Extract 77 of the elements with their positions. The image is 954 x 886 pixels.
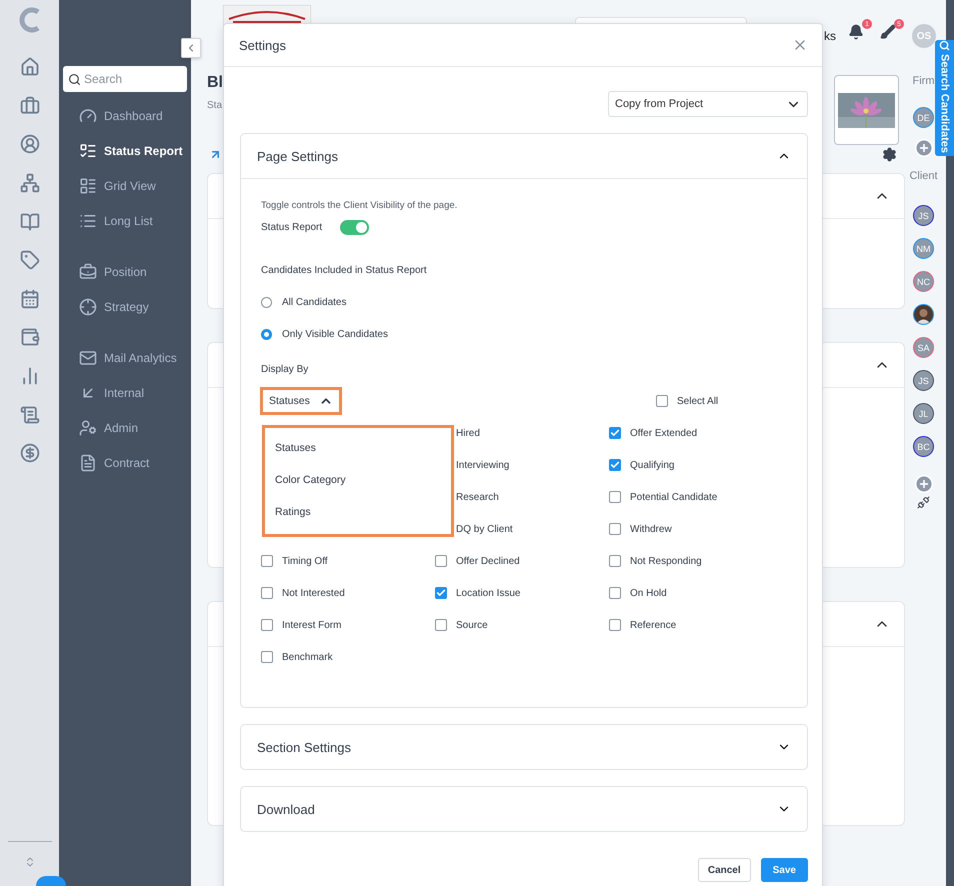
select-all-checkbox[interactable]: Select All [609, 385, 783, 417]
briefcase-icon [79, 262, 97, 280]
status-label: Hired [455, 426, 481, 440]
page-title: Bl [207, 74, 223, 92]
bell-icon[interactable] [848, 24, 864, 40]
check-icon [610, 428, 620, 438]
sidebar-item[interactable]: Dashboard [63, 98, 187, 133]
page-subtitle: Sta [207, 100, 223, 111]
radio-button[interactable] [261, 328, 272, 340]
display-by-select[interactable]: Statuses [260, 387, 342, 415]
status-checkbox[interactable]: Potential Candidate [609, 481, 783, 513]
status-label: DQ by Client [455, 522, 514, 536]
menu-item[interactable]: Ratings [265, 496, 451, 528]
document-icon [79, 454, 97, 472]
status-checkbox[interactable]: Qualifying [609, 449, 783, 481]
status-checkbox[interactable]: Reference [609, 609, 783, 641]
sidebar-item[interactable]: Strategy [63, 289, 187, 324]
menu-item[interactable]: Color Category [265, 464, 451, 496]
user-gear-icon [79, 418, 97, 436]
copy-select[interactable]: Copy from Project [608, 91, 808, 117]
collapse-button[interactable] [181, 38, 201, 58]
sidebar-item[interactable]: Contract [63, 445, 187, 480]
accordion-header[interactable]: Download [241, 787, 807, 831]
sidebar-item[interactable]: Position [63, 254, 187, 289]
gauge-icon [79, 106, 97, 124]
status-checkbox[interactable]: Not Responding [609, 545, 783, 577]
broom-icon[interactable] [880, 24, 896, 40]
help-text: Toggle controls the Client Visibility of the page. [261, 200, 458, 211]
sidebar-item[interactable]: Admin [63, 410, 187, 445]
settings-icon[interactable] [882, 146, 897, 162]
sidebar-item[interactable]: Internal [63, 375, 187, 410]
header-link[interactable]: ks [824, 29, 836, 43]
section-label: Client [909, 170, 938, 182]
search-icon [939, 40, 950, 51]
status-checkbox[interactable]: Offer Declined [435, 545, 609, 577]
chat-button[interactable] [36, 876, 66, 886]
cancel-button[interactable]: Cancel [698, 858, 751, 882]
status-checkbox[interactable]: Offer Extended [609, 417, 783, 449]
visibility-toggle[interactable] [340, 220, 370, 234]
section-title: Page Settings [257, 148, 338, 164]
menu-item[interactable]: Statuses [265, 432, 451, 464]
status-checkbox[interactable]: On Hold [609, 577, 783, 609]
add-icon[interactable] [914, 138, 934, 158]
status-checkbox[interactable]: Not Interested [261, 577, 435, 609]
report-icon [79, 142, 97, 160]
grid-list-icon [79, 176, 97, 194]
status-checkbox[interactable]: Source [435, 609, 609, 641]
radio-button[interactable] [261, 296, 272, 308]
sidebar-item[interactable]: Status Report [63, 133, 187, 168]
search-field[interactable]: Search [63, 66, 187, 92]
check-icon [610, 460, 620, 470]
section-title: Section Settings [257, 740, 351, 754]
status-checkbox[interactable]: Withdrew [609, 513, 783, 545]
status-checkbox[interactable]: Benchmark [261, 641, 435, 673]
logo-icon [16, 6, 42, 34]
status-label: Research [455, 490, 500, 504]
mail-icon [79, 348, 97, 366]
sidebar-item[interactable]: Long List [63, 203, 187, 238]
toggle-label: Status Report [261, 222, 322, 232]
section-label: Firm [912, 75, 934, 87]
section-title: Download [257, 802, 315, 816]
status-label: Interviewing [455, 458, 510, 472]
accordion-header[interactable]: Section Settings [241, 725, 807, 769]
radio-option[interactable]: All Candidates [261, 286, 787, 318]
sidebar-item[interactable]: Mail Analytics [63, 340, 187, 375]
radio-option[interactable]: Only Visible Candidates [261, 318, 787, 350]
status-checkbox[interactable]: Timing Off [261, 545, 435, 577]
check-icon [436, 588, 446, 598]
field-label: Candidates Included in Status Report [261, 264, 427, 276]
field-label: Display By [261, 364, 308, 374]
status-checkbox[interactable]: Interest Form [261, 609, 435, 641]
accordion-header[interactable]: Page Settings [241, 134, 807, 179]
target-icon [79, 298, 97, 316]
search-icon [68, 73, 81, 86]
status-checkbox[interactable]: Location Issue [435, 577, 609, 609]
sidebar-item[interactable]: Grid View [63, 168, 187, 203]
dialog-title: Settings [239, 38, 286, 52]
